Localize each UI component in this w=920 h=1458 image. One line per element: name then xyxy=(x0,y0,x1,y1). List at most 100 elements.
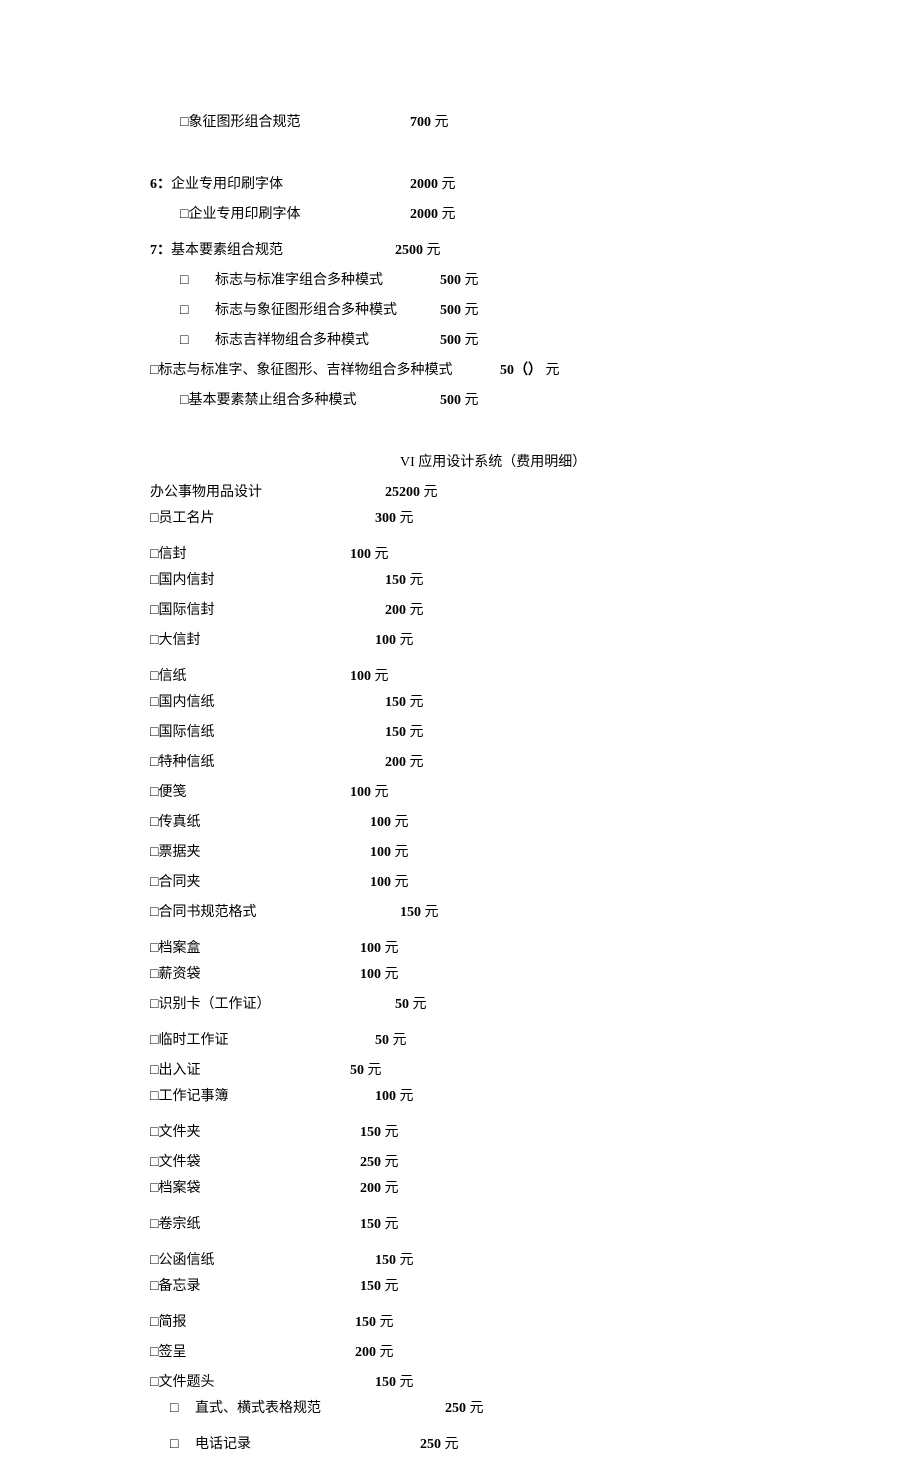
item-price: 100 元 xyxy=(350,545,389,565)
checkbox-icon: □ xyxy=(180,271,188,291)
item-label: □信纸 xyxy=(150,667,186,687)
item-label: 标志与象征图形组合多种模式 xyxy=(215,301,397,321)
item-row: □备忘录 150 元 xyxy=(150,1274,920,1300)
item-price: 700 元 xyxy=(410,113,449,133)
item-label: □基本要素禁止组合多种模式 xyxy=(180,391,356,411)
item-price: 500 元 xyxy=(440,391,479,411)
item-price: 100 元 xyxy=(370,843,409,863)
item-row: □合同夹100 元 xyxy=(150,870,920,896)
office-header: 办公事物用品设计 25200 元 xyxy=(150,480,920,506)
item-label: 标志与标准字组合多种模式 xyxy=(215,271,383,291)
item-price: 200 元 xyxy=(385,601,424,621)
item-row: □国际信封 200 元 xyxy=(150,598,920,624)
item-label: □公函信纸 xyxy=(150,1251,214,1271)
item-label: □薪资袋 xyxy=(150,965,200,985)
item-label: □票据夹 xyxy=(150,843,200,863)
item-price: 150 元 xyxy=(385,723,424,743)
item-row: □大信封 100 元 xyxy=(150,628,920,654)
item-row: □ 标志吉祥物组合多种模式 500 元 xyxy=(150,328,920,354)
item-row: □工作记事簿 100 元 xyxy=(150,1084,920,1110)
item-row: □文件袋 250 元 xyxy=(150,1150,920,1176)
item-label: □传真纸 xyxy=(150,813,200,833)
item-price: 100 元 xyxy=(370,813,409,833)
item-price: 150 元 xyxy=(375,1373,414,1393)
item-label: □出入证 xyxy=(150,1061,200,1081)
item-price: 50 元 xyxy=(395,995,427,1015)
item-label: □文件夹 xyxy=(150,1123,200,1143)
item-row: □简报150 元 xyxy=(150,1310,920,1336)
section-7-header: 7：基本要素组合规范 2500 元 xyxy=(150,238,920,264)
item-price: 250 元 xyxy=(445,1399,484,1419)
item-row: □签呈200 元 xyxy=(150,1340,920,1366)
item-label: □国内信封 xyxy=(150,571,214,591)
item-label: □特种信纸 xyxy=(150,753,214,773)
section-total: 2500 元 xyxy=(395,241,441,261)
item-row: □基本要素禁止组合多种模式 500 元 xyxy=(150,388,920,414)
item-row: □国际信纸150 元 xyxy=(150,720,920,746)
item-label: □档案袋 xyxy=(150,1179,200,1199)
item-label: □备忘录 xyxy=(150,1277,200,1297)
item-price: 150 元 xyxy=(360,1215,399,1235)
section-title-text: VI 应用设计系统（费用明细） xyxy=(400,453,586,473)
item-price: 150 元 xyxy=(360,1277,399,1297)
item-row: □便笺100 元 xyxy=(150,780,920,806)
item-label: □国际信封 xyxy=(150,601,214,621)
item-price: 100 元 xyxy=(375,1087,414,1107)
item-row: □薪资袋 100 元 xyxy=(150,962,920,988)
item-row: □电话记录250 元 xyxy=(150,1432,920,1458)
item-row: □档案盒 100 元 xyxy=(150,936,920,962)
item-price: 250 元 xyxy=(420,1435,459,1455)
item-price: 150 元 xyxy=(375,1251,414,1271)
checkbox-icon: □ xyxy=(170,1399,178,1419)
item-row: □信封 100 元 xyxy=(150,542,920,568)
item-price: 150 元 xyxy=(355,1313,394,1333)
item-label: □档案盒 xyxy=(150,939,200,959)
application-section-title: VI 应用设计系统（费用明细） xyxy=(150,450,920,476)
checkbox-icon: □ xyxy=(180,331,188,351)
item-label: □员工名片 xyxy=(150,509,214,529)
item-label: □卷宗纸 xyxy=(150,1215,200,1235)
item-label: □工作记事簿 xyxy=(150,1087,228,1107)
item-label: 标志吉祥物组合多种模式 xyxy=(215,331,369,351)
section-label: 7：基本要素组合规范 xyxy=(150,241,283,261)
checkbox-icon: □ xyxy=(180,301,188,321)
item-price: 50 元 xyxy=(375,1031,407,1051)
item-price: 100 元 xyxy=(375,631,414,651)
item-price: 150 元 xyxy=(360,1123,399,1143)
item-row: □特种信纸200 元 xyxy=(150,750,920,776)
item-price: 250 元 xyxy=(360,1153,399,1173)
item-label: □信封 xyxy=(150,545,186,565)
item-price: 100 元 xyxy=(350,667,389,687)
item-price: 200 元 xyxy=(355,1343,394,1363)
item-label: □合同书规范格式 xyxy=(150,903,256,923)
item-price: 100 元 xyxy=(360,965,399,985)
item-row: □信纸 100 元 xyxy=(150,664,920,690)
item-row: □直式、横式表格规范250 元 xyxy=(150,1396,920,1422)
item-label: □文件袋 xyxy=(150,1153,200,1173)
office-items-list: □员工名片 300 元 □信封 100 元 □国内信封 150 元 □国际信封 200 元 □大… xyxy=(150,506,920,1396)
item-row: □企业专用印刷字体 2000 元 xyxy=(150,202,920,228)
item-row: □ 标志与标准字组合多种模式 500 元 xyxy=(150,268,920,294)
item-price: 500 元 xyxy=(440,271,479,291)
item-row: □卷宗纸 150 元 xyxy=(150,1212,920,1238)
item-label: □象征图形组合规范 xyxy=(180,113,300,133)
item-label: □识别卡（工作证） xyxy=(150,995,270,1015)
item-row: □文件夹 150 元 xyxy=(150,1120,920,1146)
item-price: 2000 元 xyxy=(410,205,456,225)
item-label: □大信封 xyxy=(150,631,200,651)
item-row: □出入证50 元 xyxy=(150,1058,920,1084)
item-label: □合同夹 xyxy=(150,873,200,893)
document-page: □象征图形组合规范 700 元 6：企业专用印刷字体 2000 元 □企业专用印… xyxy=(0,0,920,1458)
item-row: □票据夹 100 元 xyxy=(150,840,920,866)
section-label: 6：企业专用印刷字体 xyxy=(150,175,283,195)
item-label: □文件题头 xyxy=(150,1373,214,1393)
item-price: 150 元 xyxy=(385,693,424,713)
item-price: 100 元 xyxy=(360,939,399,959)
checkbox-icon: □ xyxy=(170,1435,178,1455)
item-price: 300 元 xyxy=(375,509,414,529)
item-row: □标志与标准字、象征图形、吉祥物组合多种模式 50（） 元 xyxy=(150,358,920,384)
item-row: □识别卡（工作证） 50 元 xyxy=(150,992,920,1018)
item-row: □文件题头 150 元 xyxy=(150,1370,920,1396)
item-row: □象征图形组合规范 700 元 xyxy=(150,110,920,136)
item-label: □标志与标准字、象征图形、吉祥物组合多种模式 xyxy=(150,361,452,381)
